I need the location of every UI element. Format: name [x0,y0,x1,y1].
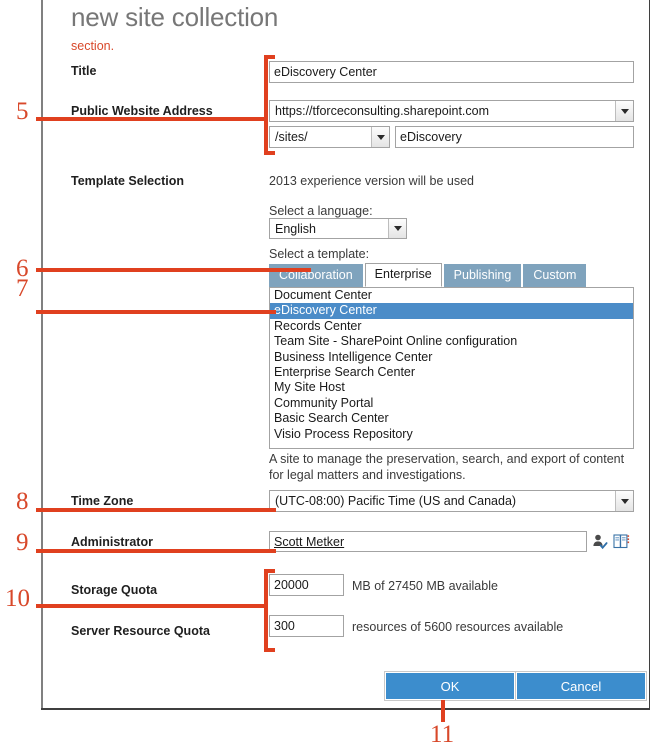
check-names-icon[interactable] [592,533,609,550]
annotation-number-8: 8 [16,488,29,515]
chevron-down-icon[interactable] [615,491,633,511]
template-list-item[interactable]: eDiscovery Center [270,303,633,319]
annotation-number-9: 9 [16,529,29,556]
server-resource-quota-label: Server Resource Quota [71,624,210,638]
storage-quota-suffix: MB of 27450 MB available [352,579,498,593]
language-prompt: Select a language: [269,204,373,218]
address-book-icon[interactable] [613,533,630,550]
title-input[interactable] [269,61,634,83]
time-zone-label: Time Zone [71,494,134,508]
public-website-address-label: Public Website Address [71,104,213,118]
title-label: Title [71,64,97,78]
annotation-number-5: 5 [16,98,29,125]
section-note: section. [71,39,115,53]
annotation-leader-7 [36,310,276,314]
administrator-label: Administrator [71,535,153,549]
cancel-button[interactable]: Cancel [515,671,647,701]
annotation-leader-6 [36,268,311,272]
storage-quota-label: Storage Quota [71,583,158,597]
annotation-bracket-10-bottom [264,648,275,652]
template-listbox[interactable]: Document Center eDiscovery Center Records … [269,287,634,449]
language-combo[interactable]: English [269,218,407,239]
annotation-bracket-5-top [264,55,275,59]
storage-quota-input[interactable] [269,574,344,596]
template-category-tabs[interactable]: Collaboration Enterprise Publishing Custom [269,263,588,287]
page-title: new site collection [71,2,279,32]
address-path-value: /sites/ [275,130,308,144]
annotation-leader-11 [441,700,445,722]
server-resource-quota-input[interactable] [269,615,344,637]
annotation-leader-8 [36,508,276,512]
template-list-item[interactable]: Records Center [270,319,633,334]
template-list-item[interactable]: Team Site - SharePoint Online configurat… [270,334,633,349]
chevron-down-icon[interactable] [371,127,389,147]
time-zone-combo[interactable]: (UTC-08:00) Pacific Time (US and Canada) [269,490,634,512]
template-list-item[interactable]: Document Center [270,288,633,303]
server-resource-quota-suffix: resources of 5600 resources available [352,620,564,634]
annotation-leader-9 [36,549,276,553]
annotation-bracket-10-top [264,569,275,573]
annotation-leader-5 [36,117,266,121]
time-zone-value: (UTC-08:00) Pacific Time (US and Canada) [275,494,517,508]
template-list-item[interactable]: Business Intelligence Center [270,350,633,365]
template-prompt: Select a template: [269,247,370,261]
dialog-bottom-divider [41,708,650,710]
template-description: A site to manage the preservation, searc… [269,452,625,482]
ok-button[interactable]: OK [384,671,516,701]
annotation-number-11: 11 [430,721,455,748]
template-list-item[interactable]: Visio Process Repository [270,427,633,442]
chevron-down-icon[interactable] [388,219,406,238]
address-host-value: https://tforceconsulting.sharepoint.com [275,104,490,118]
template-list-item[interactable]: Basic Search Center [270,411,633,426]
annotation-number-10: 10 [5,585,30,612]
template-tab-enterprise[interactable]: Enterprise [364,263,442,287]
template-tab-publishing[interactable]: Publishing [443,264,522,287]
experience-version-note: 2013 experience version will be used [269,174,474,188]
address-host-combo[interactable]: https://tforceconsulting.sharepoint.com [269,100,634,122]
annotation-leader-10 [36,604,266,608]
screenshot-root: new site collection section. Title Publi… [0,0,650,752]
template-list-item[interactable]: My Site Host [270,380,633,395]
template-list-item[interactable]: Community Portal [270,396,633,411]
chevron-down-icon[interactable] [615,101,633,121]
template-selection-label: Template Selection [71,174,184,188]
annotation-bracket-5-vertical [264,55,268,155]
annotation-bracket-5-bottom [264,151,275,155]
language-value: English [275,221,316,236]
annotation-bracket-10-vertical [264,569,268,652]
address-path-combo[interactable]: /sites/ [269,126,390,148]
address-name-input[interactable] [395,126,634,148]
template-tab-custom[interactable]: Custom [523,264,587,287]
template-list-item[interactable]: Enterprise Search Center [270,365,633,380]
annotation-number-7: 7 [16,275,29,302]
administrator-input[interactable] [269,531,587,552]
